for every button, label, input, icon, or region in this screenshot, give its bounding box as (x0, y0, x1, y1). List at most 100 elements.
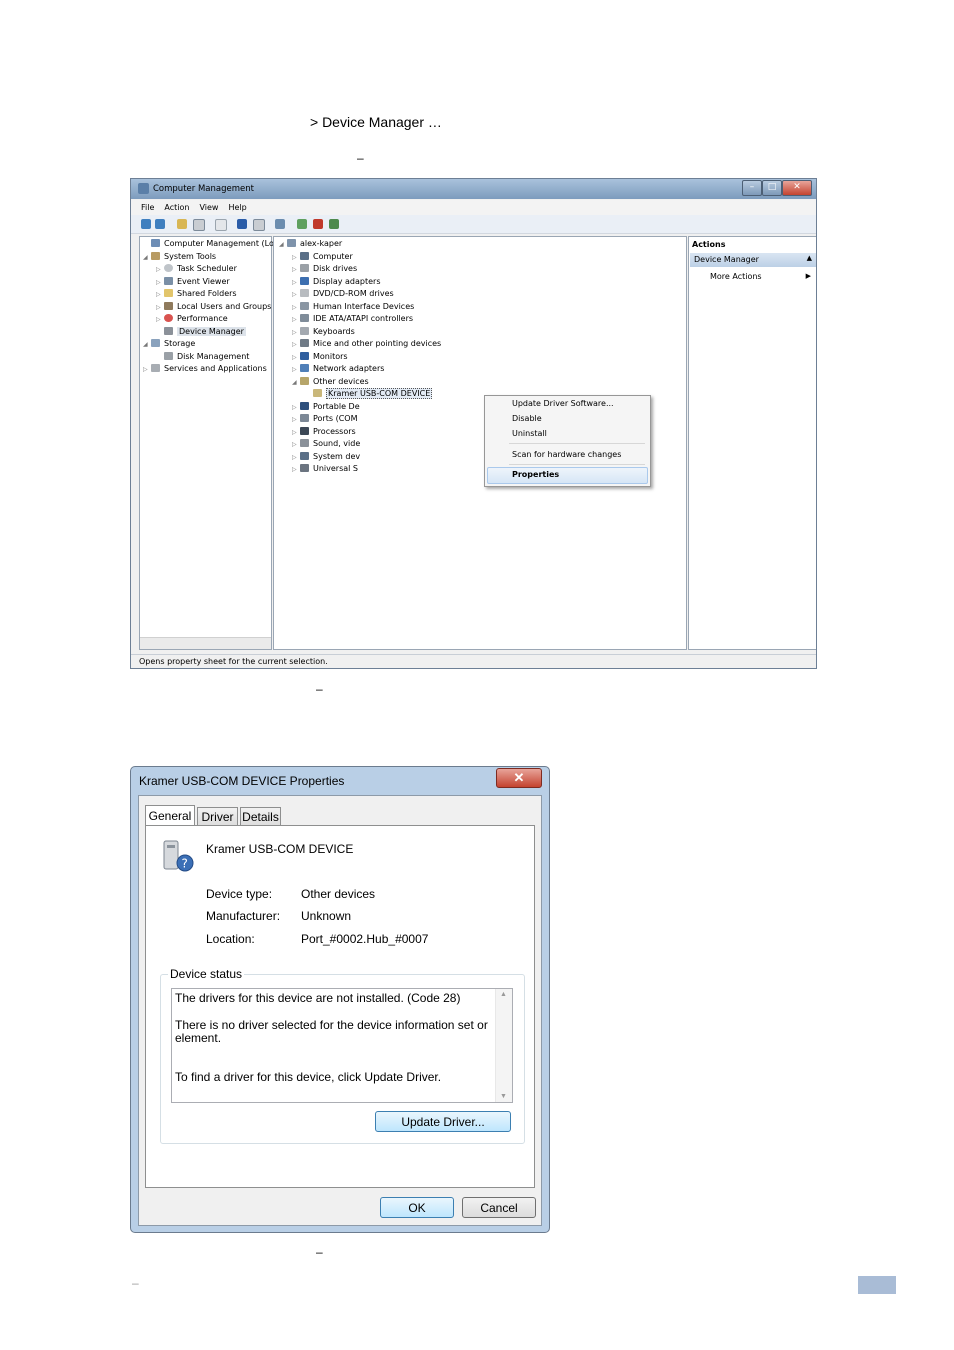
show-tree-icon[interactable] (193, 219, 205, 231)
tree-item[interactable]: ▷ Event Viewer (143, 276, 271, 289)
update-driver-button[interactable]: Update Driver... (375, 1111, 511, 1132)
tree-item[interactable]: ▷ Mice and other pointing devices (279, 338, 686, 351)
tree-item[interactable]: Computer Management (Local (143, 238, 285, 251)
mouse-icon (300, 339, 309, 347)
performance-icon (164, 314, 173, 322)
uninstall-icon[interactable] (313, 219, 323, 229)
tree-item[interactable]: ◢ Storage (143, 338, 271, 351)
dvd-icon (300, 289, 309, 297)
device-type-value: Other devices (301, 887, 376, 901)
port-icon (300, 414, 309, 422)
portable-icon (300, 401, 309, 410)
tree-item[interactable]: ▷ Monitors (279, 351, 686, 364)
tree-item[interactable]: ▷ Task Scheduler (143, 263, 271, 276)
menu-disable[interactable]: Disable (512, 414, 542, 423)
computer-management-icon (138, 183, 149, 194)
storage-icon (151, 339, 160, 347)
title-bar[interactable]: Computer Management – □ ✕ (131, 179, 816, 199)
submenu-arrow-icon: ▶ (805, 272, 811, 280)
maximize-button[interactable]: □ (762, 180, 782, 196)
status-bar: Opens property sheet for the current sel… (131, 654, 816, 668)
hid-icon (300, 301, 309, 310)
tree-item[interactable]: ▷ Display adapters (279, 276, 686, 289)
properties-icon[interactable] (253, 219, 265, 231)
tree-item[interactable]: ▷ Performance (143, 313, 271, 326)
ide-icon (300, 314, 309, 322)
tree-item[interactable]: ▷ Local Users and Groups (143, 301, 271, 314)
close-button[interactable]: ✕ (782, 180, 812, 196)
actions-header: Actions (692, 240, 726, 249)
menu-action[interactable]: Action (164, 200, 189, 215)
manufacturer-value: Unknown (301, 909, 352, 923)
collapse-icon[interactable]: ▲ (807, 254, 812, 262)
device-name: Kramer USB-COM DEVICE (206, 842, 354, 856)
tree-item[interactable]: ▷ Keyboards (279, 326, 686, 339)
page-number-box (858, 1276, 896, 1294)
vertical-scrollbar[interactable]: ▲ ▼ (495, 989, 512, 1102)
usb-icon (300, 464, 309, 472)
help-icon[interactable] (237, 219, 247, 229)
enable-icon[interactable] (329, 219, 339, 229)
unknown-device-icon (313, 389, 322, 397)
menu-help[interactable]: Help (228, 200, 246, 215)
manufacturer-label: Manufacturer: (206, 909, 281, 923)
more-actions-link[interactable]: More Actions (710, 272, 762, 281)
tree-item[interactable]: ▷ Computer (279, 251, 686, 264)
tree-item[interactable]: Device Manager (143, 326, 271, 339)
sound-icon (300, 439, 309, 447)
tab-general[interactable]: General (145, 805, 195, 826)
properties-dialog: Kramer USB-COM DEVICE Properties ✕ Gener… (130, 766, 550, 1233)
back-icon[interactable] (141, 219, 151, 229)
menu-bar: File Action View Help (131, 200, 816, 215)
tree-item[interactable]: ▷ Services and Applications (143, 363, 271, 376)
menu-update-driver[interactable]: Update Driver Software... (512, 399, 614, 408)
device-status-caption: Device status (168, 967, 245, 981)
device-type-label: Device type: (206, 887, 273, 901)
scan-hardware-icon[interactable] (275, 219, 285, 229)
tab-driver[interactable]: Driver (197, 807, 238, 826)
update-driver-icon[interactable] (297, 219, 307, 229)
menu-properties[interactable]: Properties (512, 470, 559, 479)
computer-icon (287, 239, 296, 247)
tree-item[interactable]: Disk Management (143, 351, 271, 364)
navigation-pane: Computer Management (Local ◢ System Tools… (139, 236, 285, 650)
toolbar (131, 215, 816, 234)
device-status-text[interactable]: The drivers for this device are not inst… (171, 988, 513, 1103)
scroll-down-icon[interactable]: ▼ (500, 1093, 507, 1100)
minimize-button[interactable]: – (742, 180, 762, 196)
ok-button[interactable]: OK (380, 1197, 454, 1218)
tab-details[interactable]: Details (240, 807, 281, 826)
actions-device-manager[interactable]: Device Manager ▲ (690, 253, 816, 267)
computer-management-icon (151, 239, 160, 247)
keyboard-icon (300, 326, 309, 335)
device-manager-icon (164, 326, 173, 335)
tree-item[interactable]: ▷ Human Interface Devices (279, 301, 686, 314)
tree-item[interactable]: ◢ System Tools (143, 251, 271, 264)
tree-item[interactable]: ▷ IDE ATA/ATAPI controllers (279, 313, 686, 326)
location-label: Location: (206, 932, 255, 946)
clock-icon (164, 264, 173, 272)
close-button[interactable]: ✕ (496, 768, 542, 788)
horizontal-scrollbar[interactable] (140, 637, 271, 649)
scroll-up-icon[interactable]: ▲ (500, 991, 507, 998)
console-icon[interactable] (215, 219, 227, 231)
computer-management-window: Computer Management – □ ✕ File Action Vi… (130, 178, 817, 669)
tree-item[interactable]: ▷ Network adapters (279, 363, 686, 376)
menu-file[interactable]: File (141, 200, 154, 215)
other-devices-icon (300, 376, 309, 385)
menu-scan-hardware[interactable]: Scan for hardware changes (512, 450, 621, 459)
up-folder-icon[interactable] (177, 219, 187, 229)
tree-item[interactable]: ▷ Shared Folders (143, 288, 271, 301)
users-icon (164, 301, 173, 310)
tree-item[interactable]: ◢ Other devices (279, 376, 686, 389)
tree-item[interactable]: ▷ Disk drives (279, 263, 686, 276)
tree-item[interactable]: ◢ alex-kaper (279, 238, 686, 251)
menu-uninstall[interactable]: Uninstall (512, 429, 547, 438)
monitor-icon (300, 351, 309, 360)
network-icon (300, 364, 309, 372)
cancel-button[interactable]: Cancel (462, 1197, 536, 1218)
forward-icon[interactable] (155, 219, 165, 229)
tree-item[interactable]: ▷ DVD/CD-ROM drives (279, 288, 686, 301)
menu-separator (509, 464, 645, 465)
menu-view[interactable]: View (199, 200, 218, 215)
